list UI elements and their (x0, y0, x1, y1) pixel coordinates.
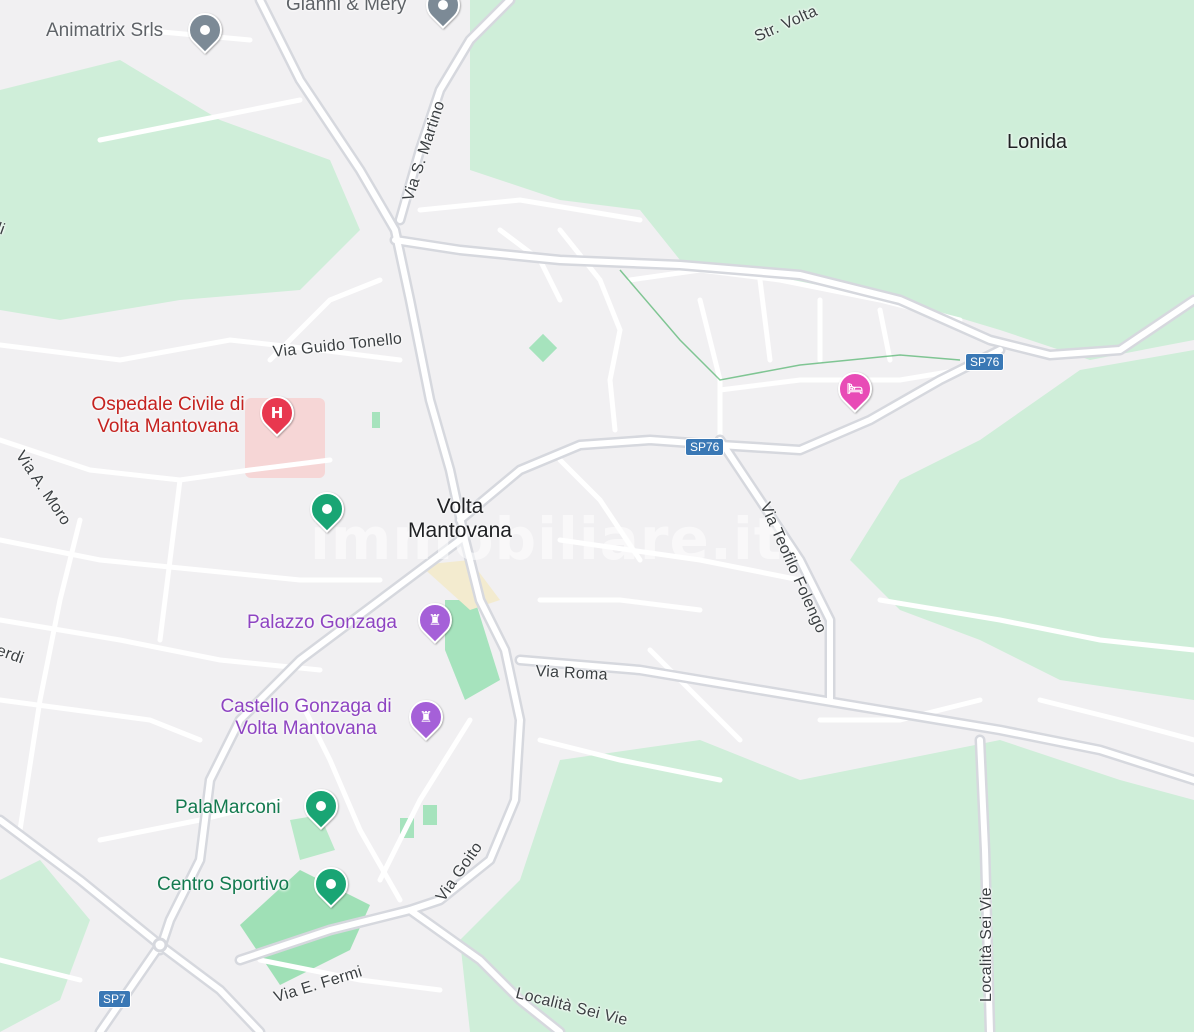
poi-label-castello-line1: Castello Gonzaga di (220, 696, 392, 717)
town-label: Volta Mantovana (395, 495, 525, 543)
poi-label-palamarconi[interactable]: PalaMarconi (175, 797, 281, 819)
street-label-localita-sei-vie-vertical: Località Sei Vie (978, 887, 995, 1002)
hotel-icon-glyph: 🛏 (846, 381, 864, 397)
poi-label-hospital-line1: Ospedale Civile di (91, 394, 245, 415)
poi-label-castello-line2: Volta Mantovana (235, 717, 377, 739)
poi-label-animatrix[interactable]: Animatrix Srls (46, 20, 163, 42)
road-shield-sp76-center: SP76 (685, 438, 725, 456)
town-label-line1: Volta (436, 495, 484, 518)
road-shield-sp7: SP7 (98, 990, 131, 1008)
castle-icon-glyph: ♜ (428, 611, 442, 629)
poi-label-hospital-line2: Volta Mantovana (97, 415, 239, 437)
poi-label-palazzo-gonzaga[interactable]: Palazzo Gonzaga (247, 612, 397, 634)
castle-icon-glyph: ♜ (419, 708, 433, 726)
poi-label-gianni-mery[interactable]: Gianni & Mery (286, 0, 406, 16)
town-label-line2: Mantovana (408, 519, 512, 543)
map-canvas[interactable]: immobiliare.it Str. Volta Via S. Martino… (0, 0, 1194, 1032)
street-label-via-roma: Via Roma (535, 663, 609, 684)
hospital-icon-glyph: H (270, 404, 284, 422)
poi-label-centro-sportivo[interactable]: Centro Sportivo (157, 874, 289, 896)
watermark: immobiliare.it (310, 505, 783, 573)
place-label-lonida: Lonida (1007, 131, 1068, 153)
poi-label-castello[interactable]: Castello Gonzaga di Volta Mantovana (210, 696, 402, 740)
road-shield-sp76-east: SP76 (965, 353, 1005, 371)
poi-label-hospital[interactable]: Ospedale Civile di Volta Mantovana (82, 394, 254, 438)
